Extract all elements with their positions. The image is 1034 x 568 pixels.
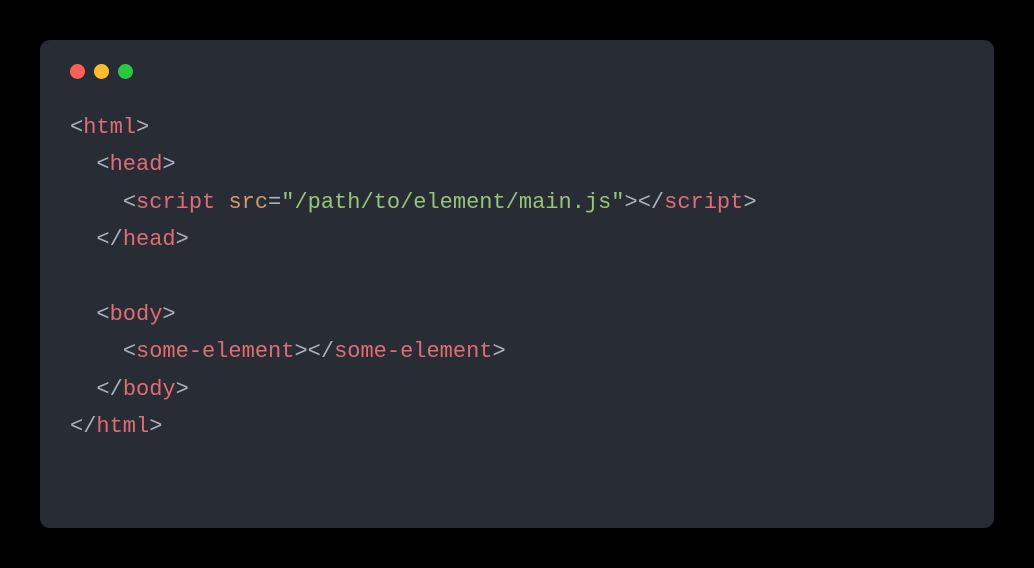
code-token: src (228, 190, 268, 215)
code-token: < (96, 302, 109, 327)
code-line: <head> (70, 146, 964, 183)
code-token: > (493, 339, 506, 364)
code-token: < (123, 190, 136, 215)
code-token: some-element (136, 339, 294, 364)
code-window: <html> <head> <script src="/path/to/elem… (40, 40, 994, 528)
code-token: script (664, 190, 743, 215)
code-line: <some-element></some-element> (70, 333, 964, 370)
code-token: </ (638, 190, 664, 215)
code-token: script (136, 190, 215, 215)
code-token: body (110, 302, 163, 327)
code-token: </ (70, 414, 96, 439)
code-token: head (123, 227, 176, 252)
code-token: html (96, 414, 149, 439)
code-token: > (176, 227, 189, 252)
code-line: <script src="/path/to/element/main.js"><… (70, 184, 964, 221)
code-line: </html> (70, 408, 964, 445)
code-token: </ (308, 339, 334, 364)
code-token: > (136, 115, 149, 140)
code-token (215, 190, 228, 215)
code-token (70, 265, 83, 290)
code-line: <html> (70, 109, 964, 146)
code-token: </ (96, 377, 122, 402)
close-icon[interactable] (70, 64, 85, 79)
code-content: <html> <head> <script src="/path/to/elem… (70, 109, 964, 446)
code-token: > (743, 190, 756, 215)
code-token: body (123, 377, 176, 402)
code-line: </head> (70, 221, 964, 258)
code-token: > (162, 302, 175, 327)
code-token: > (162, 152, 175, 177)
code-token: < (70, 115, 83, 140)
code-token: some-element (334, 339, 492, 364)
code-line: </body> (70, 371, 964, 408)
maximize-icon[interactable] (118, 64, 133, 79)
code-token: > (176, 377, 189, 402)
code-token: < (96, 152, 109, 177)
code-token: > (149, 414, 162, 439)
code-token: </ (96, 227, 122, 252)
code-line (70, 259, 964, 296)
window-titlebar (70, 64, 964, 79)
code-token: > (625, 190, 638, 215)
code-token: = (268, 190, 281, 215)
code-line: <body> (70, 296, 964, 333)
code-token: "/path/to/element/main.js" (281, 190, 624, 215)
code-token: > (294, 339, 307, 364)
code-token: head (110, 152, 163, 177)
code-token: html (83, 115, 136, 140)
code-token: < (123, 339, 136, 364)
minimize-icon[interactable] (94, 64, 109, 79)
